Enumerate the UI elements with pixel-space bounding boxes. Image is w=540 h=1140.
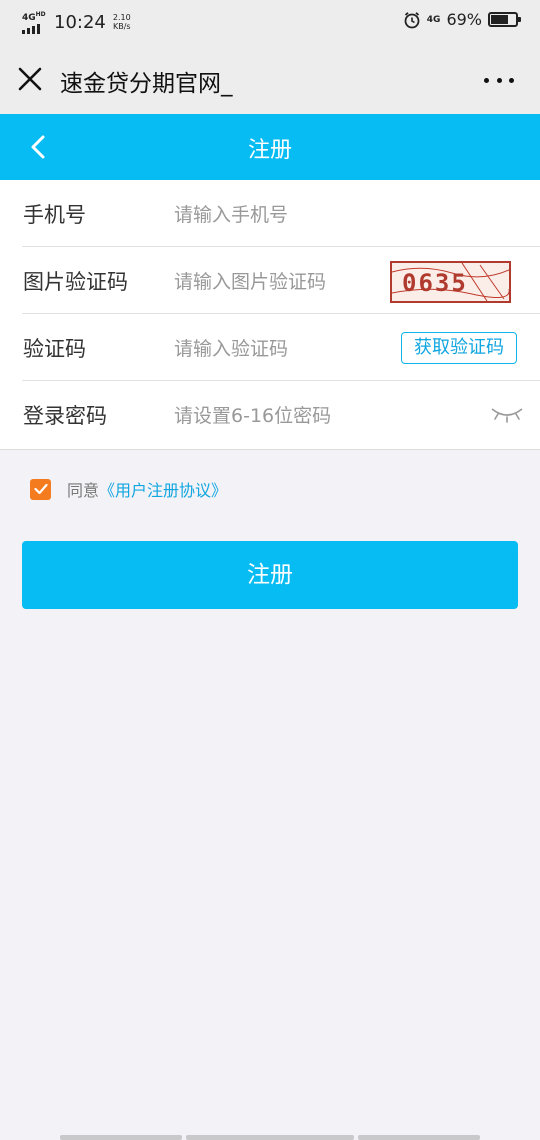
sms-code-row: 验证码 请输入验证码 获取验证码 — [0, 314, 540, 381]
webview-title-bar: 速金贷分期官网_ — [0, 44, 540, 114]
network-indicator: 4GHD — [22, 10, 46, 34]
gesture-bar-segment — [186, 1135, 354, 1140]
signal-bars-icon — [22, 24, 44, 34]
status-bar: 4GHD 10:24 2.10 KB/s 4G 69% — [0, 0, 540, 44]
status-left: 4GHD 10:24 2.10 KB/s — [22, 10, 131, 34]
captcha-image[interactable]: 0635 — [390, 261, 511, 303]
register-form: 手机号 请输入手机号 图片验证码 请输入图片验证码 0635 验证码 请输入验证… — [0, 180, 540, 450]
more-dots-icon[interactable] — [484, 70, 514, 90]
webview-title: 速金贷分期官网_ — [60, 71, 233, 97]
password-label: 登录密码 — [23, 404, 107, 428]
page-title: 注册 — [247, 138, 292, 163]
speed-unit: KB/s — [112, 22, 131, 31]
sms-code-input[interactable]: 请输入验证码 — [174, 334, 288, 361]
alarm-clock-icon — [404, 11, 420, 28]
phone-row: 手机号 请输入手机号 — [0, 180, 540, 247]
agreement-checkbox[interactable] — [30, 478, 51, 500]
register-button[interactable]: 注册 — [22, 541, 518, 609]
image-code-input[interactable]: 请输入图片验证码 — [174, 267, 326, 294]
eye-closed-icon[interactable] — [490, 405, 524, 423]
checkmark-icon — [33, 483, 48, 495]
signal-4g-label: 4G — [426, 14, 441, 25]
phone-label: 手机号 — [23, 203, 86, 227]
phone-input[interactable]: 请输入手机号 — [174, 200, 288, 227]
close-icon[interactable] — [16, 65, 44, 93]
network-speed: 2.10 KB/s — [113, 13, 131, 31]
network-sup: HD — [35, 11, 46, 18]
agreement-prefix: 同意 — [67, 481, 100, 500]
gesture-bar-segment — [60, 1135, 182, 1140]
gesture-bar-segment — [358, 1135, 480, 1140]
agreement-link[interactable]: 《用户注册协议》 — [99, 477, 227, 501]
captcha-text: 0635 — [402, 269, 468, 297]
battery-fill — [491, 15, 508, 24]
sms-code-label: 验证码 — [23, 337, 86, 361]
password-row: 登录密码 请设置6-16位密码 — [0, 381, 540, 448]
password-input[interactable]: 请设置6-16位密码 — [174, 401, 331, 428]
network-type: 4G — [22, 13, 36, 23]
image-code-row: 图片验证码 请输入图片验证码 0635 — [0, 247, 540, 314]
image-code-label: 图片验证码 — [23, 270, 128, 294]
get-code-button[interactable]: 获取验证码 — [401, 332, 517, 364]
page-header: 注册 — [0, 114, 540, 180]
agreement: 同意 《用户注册协议》 — [30, 477, 227, 501]
clock: 10:24 — [54, 11, 106, 33]
status-right: 4G 69% — [403, 10, 521, 29]
battery-icon — [488, 12, 521, 27]
battery-percent: 69% — [446, 10, 482, 29]
speed-value: 2.10 — [112, 13, 131, 22]
